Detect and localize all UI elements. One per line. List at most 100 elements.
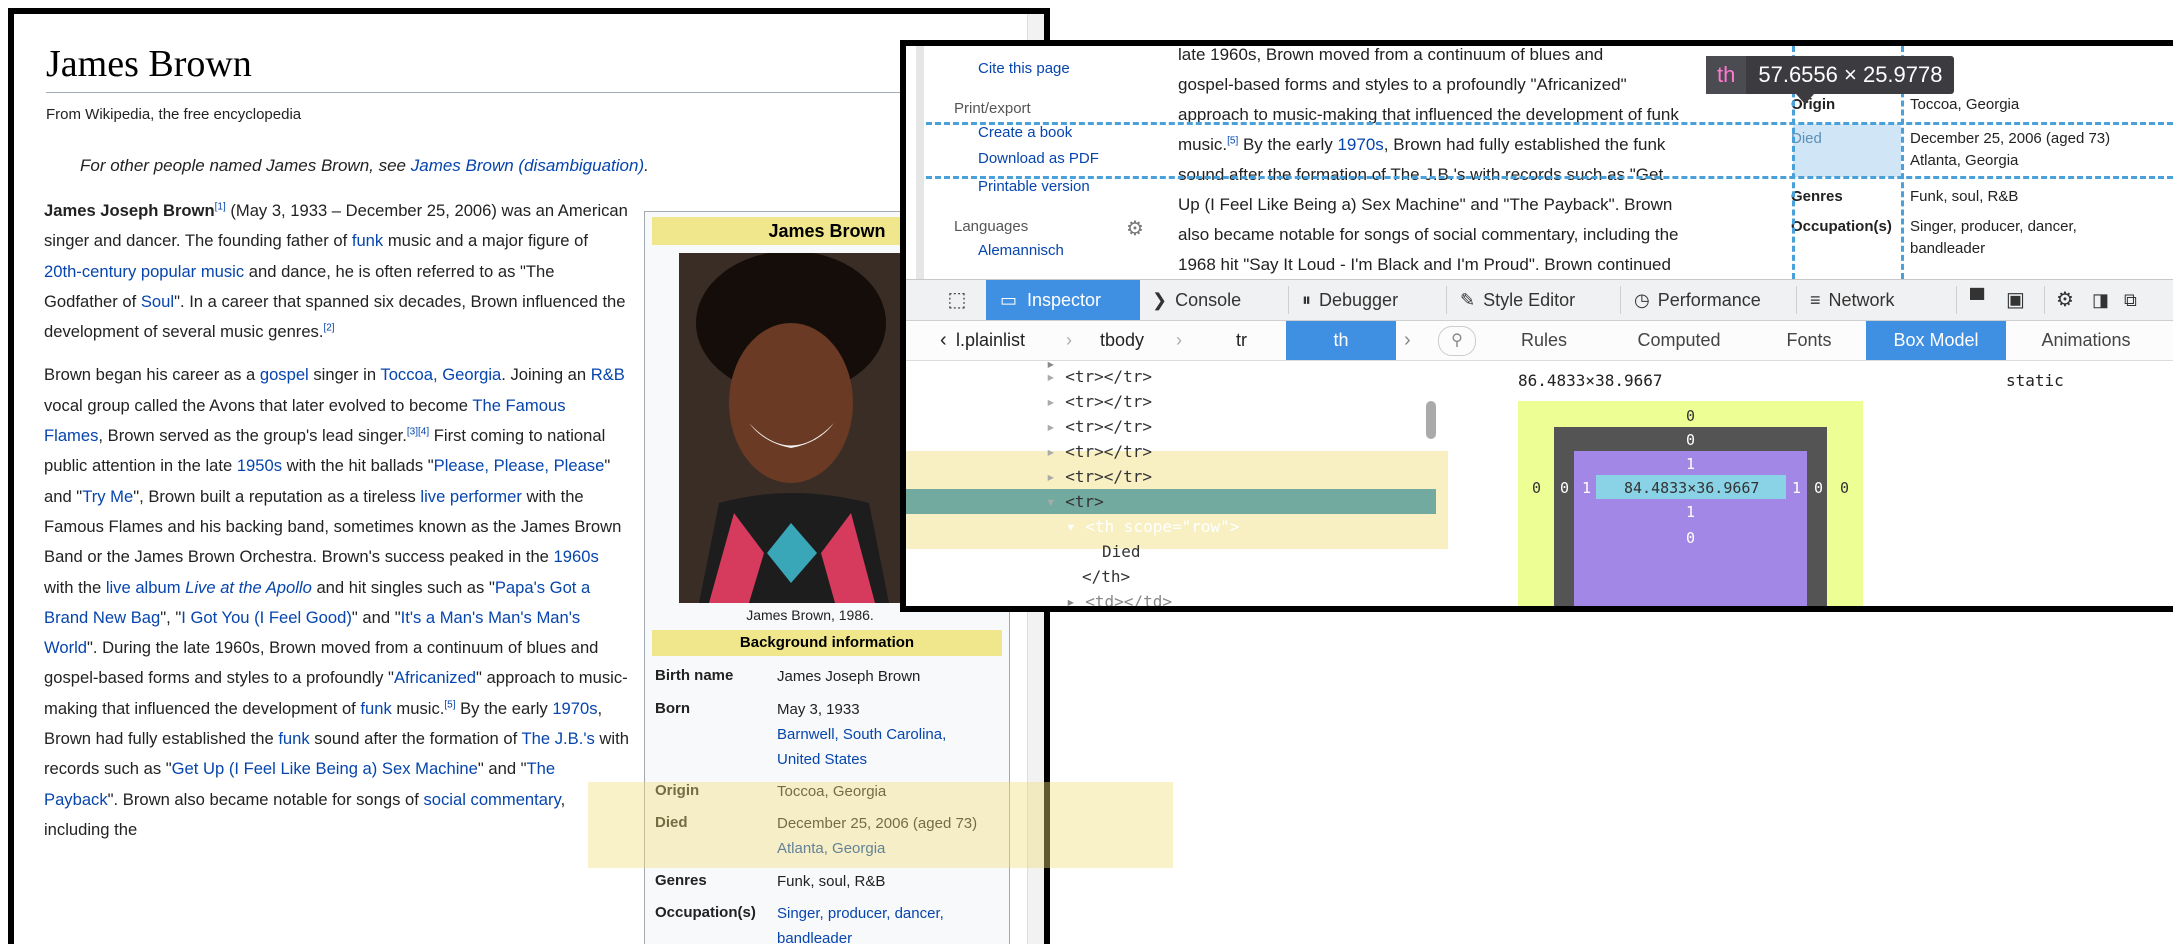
margin-top-value[interactable]: 0 [1686,407,1695,425]
chevron-right-icon: › [1066,330,1072,350]
chevron-right-icon[interactable]: › [1404,321,1411,360]
padding-right-value[interactable]: 1 [1792,479,1801,497]
gear-icon[interactable]: ⚙ [1126,216,1144,241]
tree-node[interactable]: ▸ <tr></tr> [1046,464,1152,489]
cite-page-link[interactable]: Cite this page [978,60,1070,77]
hover-highlight-band [588,782,1173,868]
undock-icon[interactable]: ⧉ [2124,280,2137,320]
padding-bottom-value[interactable]: 1 [1686,503,1695,521]
padding-top-value[interactable]: 1 [1686,455,1695,473]
margin-left-value[interactable]: 0 [1532,479,1541,497]
right-genres-value[interactable]: Funk, soul, R&B [1910,186,2170,208]
debugger-icon: ⏸ [1302,290,1311,310]
disambiguation-link[interactable]: James Brown (disambiguation) [411,156,644,175]
infobox-label-born: Born [655,700,690,717]
hatnote-suffix: . [644,156,649,175]
infobox-label-occupation: Occupation(s) [655,904,756,921]
inspector-icon: ▭ [1000,290,1018,310]
tree-node[interactable]: ▸ <td></td> [1066,589,1172,606]
margin-right-value[interactable]: 0 [1840,479,1849,497]
tab-box-model[interactable]: Box Model [1866,321,2006,360]
padding-left-value[interactable]: 1 [1582,479,1591,497]
breadcrumb-item[interactable]: l.plainlist [956,321,1025,360]
body-link-1970s[interactable]: 1970s [1337,135,1383,154]
infobox-label-genres: Genres [655,872,707,889]
split-console-icon[interactable]: ▀ [1970,280,1984,320]
body-line: sound after the formation of The J.B.'s … [1178,165,1664,184]
hatnote-prefix: For other people named James Brown, see [80,156,411,175]
pick-element-icon[interactable]: ⬚ [942,280,972,320]
settings-gear-icon[interactable]: ⚙ [2056,280,2074,320]
tab-network-label: Network [1828,290,1895,310]
infobox-value-born: May 3, 1933 Barnwell, South Carolina, Un… [777,697,997,772]
create-book-link[interactable]: Create a book [978,124,1072,141]
born-date: May 3, 1933 [777,701,860,718]
content-size-value[interactable]: 84.4833×36.9667 [1624,479,1759,497]
download-pdf-link[interactable]: Download as PDF [978,150,1099,167]
guide-line-top [926,122,2173,125]
body-fragment: By the early [1238,135,1338,154]
border-left-value[interactable]: 0 [1560,479,1569,497]
breadcrumb-item[interactable]: tr [1236,321,1247,360]
tab-performance[interactable]: ◷ Performance [1634,280,1761,320]
tree-node-text: <tr></tr> [1065,392,1152,411]
infobox-label-birth-name: Birth name [655,667,734,684]
infobox-value-birth-name: James Joseph Brown [777,668,921,685]
tab-console[interactable]: ❯ Console [1152,280,1241,320]
element-size-tooltip: th 57.6556 × 25.9778 [1706,56,1955,104]
born-place-link[interactable]: Barnwell, South Carolina, [777,722,997,747]
box-model-position: static [2006,371,2064,390]
printable-version-link[interactable]: Printable version [978,178,1090,195]
tree-node-close[interactable]: </th> [1082,564,1130,589]
tree-node-selected[interactable]: ▾ <th scope="row"> [1066,514,1239,539]
occupation-link[interactable]: Singer, producer, dancer, [777,901,997,926]
tab-fonts[interactable]: Fonts [1754,321,1864,360]
scratchpad-icon[interactable]: ▣ [2006,280,2025,320]
right-died-place[interactable]: Atlanta, Georgia [1910,150,2170,172]
search-icon[interactable]: ⚲ [1438,326,1476,356]
dock-side-icon[interactable]: ◨ [2092,280,2109,320]
tree-node[interactable]: ▾ <tr> [1046,489,1104,514]
chevron-left-icon[interactable]: ‹ [940,321,947,360]
print-export-header: Print/export [954,100,1031,117]
tree-selected-row[interactable] [906,489,1436,514]
tab-network[interactable]: ≡ Network [1810,280,1895,320]
born-country-link[interactable]: United States [777,747,997,772]
tree-node[interactable]: ▸ <tr></tr> [1046,389,1152,414]
devtools-toolbar: ⬚ ▭ Inspector ❯ Console ⏸ Debugger ✎ Style E… [906,279,2173,321]
tab-rules[interactable]: Rules [1484,321,1604,360]
tree-node[interactable]: ▸ <tr></tr> [1046,439,1152,464]
border-right-value[interactable]: 0 [1814,479,1823,497]
tab-debugger[interactable]: ⏸ Debugger [1302,280,1398,320]
breadcrumb-item[interactable]: tbody [1100,321,1144,360]
console-icon: ❯ [1152,290,1168,310]
tree-node-text: <tr></tr> [1065,442,1152,461]
tree-text-node[interactable]: Died [1102,539,1141,564]
tab-inspector[interactable]: ▭ Inspector [986,280,1140,320]
right-origin-value[interactable]: Toccoa, Georgia [1910,94,2170,116]
box-model-dimensions: 86.4833×38.9667 [1518,371,1663,390]
tab-computed[interactable]: Computed [1604,321,1754,360]
tab-style-editor-label: Style Editor [1483,290,1576,310]
right-occupation-value-2[interactable]: bandleader [1910,238,2170,260]
body-line: also became notable for songs of social … [1178,225,1679,244]
tree-scrollbar[interactable] [1426,401,1436,439]
language-link[interactable]: Alemannisch [978,242,1064,259]
breadcrumb-item-active[interactable]: th [1286,321,1396,360]
border-top-value[interactable]: 0 [1686,431,1695,449]
occupation-link-2[interactable]: bandleader [777,926,997,944]
tab-style-editor[interactable]: ✎ Style Editor [1460,280,1575,320]
breadcrumb: ‹ l.plainlist › tbody › tr th › ⚲ Rules … [906,321,2173,361]
infobox-value-genres[interactable]: Funk, soul, R&B [777,869,997,894]
tab-animations[interactable]: Animations [2006,321,2166,360]
tree-node[interactable]: ▸ <tr></tr> [1046,364,1152,389]
body-fragment: , Brown had fully established the funk [1383,135,1666,154]
tree-node[interactable]: ▸ <tr></tr> [1046,414,1152,439]
right-genres-label: Genres [1791,188,1843,205]
tab-performance-label: Performance [1657,290,1761,310]
portrait-photo[interactable] [679,253,905,603]
tagline: From Wikipedia, the free encyclopedia [46,106,302,123]
page-left-scrollbar[interactable] [916,46,924,279]
border-bottom-value[interactable]: 0 [1686,529,1695,547]
right-occupation-value[interactable]: Singer, producer, dancer, [1910,216,2170,238]
